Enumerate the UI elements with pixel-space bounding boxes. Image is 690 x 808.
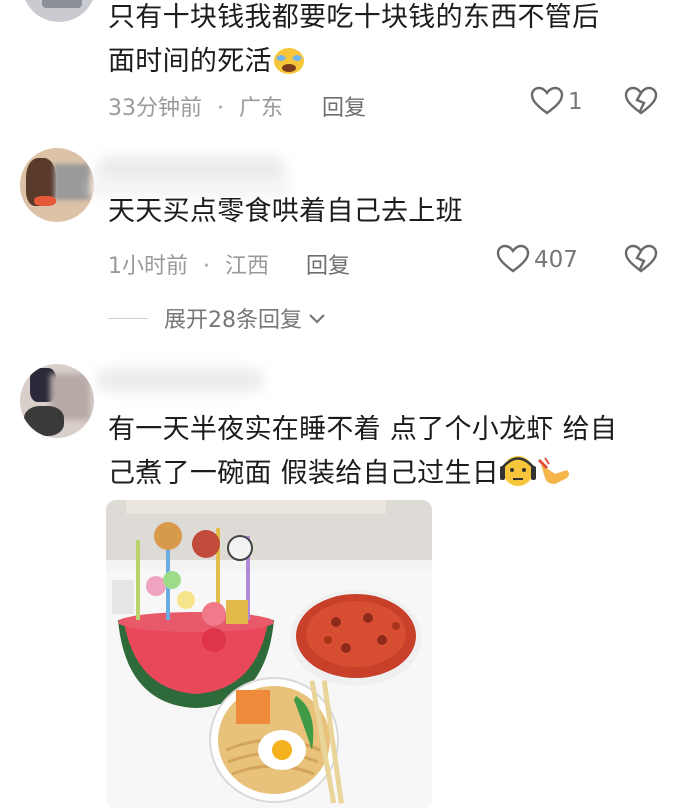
comment-meta: 1小时前 · 江西 xyxy=(108,248,269,280)
dislike-heart-icon xyxy=(624,244,658,273)
chevron-down-icon xyxy=(309,314,325,324)
comment-text-line: 只有十块钱我都要吃十块钱的东西不管后 xyxy=(108,2,600,33)
divider-line xyxy=(108,317,148,319)
comment-location: 广东 xyxy=(239,96,284,121)
heart-icon xyxy=(496,244,530,273)
separator: · xyxy=(203,254,210,279)
comment-text: 只有十块钱我都要吃十块钱的东西不管后 面时间的死活 xyxy=(108,0,599,90)
heart-icon xyxy=(530,86,564,115)
expand-replies-label: 展开28条回复 xyxy=(164,308,302,333)
separator: · xyxy=(217,96,224,121)
dislike-button[interactable] xyxy=(624,86,658,120)
comment-photo[interactable] xyxy=(106,500,432,808)
like-count: 407 xyxy=(534,247,578,273)
comment-time: 1小时前 xyxy=(108,254,188,279)
comment-text: 天天买点零食哄着自己去上班 xyxy=(108,196,463,227)
like-count: 1 xyxy=(568,89,583,115)
crying-emoji-icon xyxy=(272,46,306,90)
avatar[interactable] xyxy=(22,0,96,22)
dislike-button[interactable] xyxy=(624,244,658,278)
username-blurred xyxy=(96,368,264,392)
comment-location: 江西 xyxy=(225,254,270,279)
like-button[interactable] xyxy=(530,86,564,120)
pointing-hand-icon xyxy=(537,454,575,502)
comment-text-line-2: 己煮了一碗面 假装给自己过生日 xyxy=(108,452,617,502)
comment-text-line: 有一天半夜实在睡不着 点了个小龙虾 给自 xyxy=(108,414,618,445)
reply-button[interactable]: 回复 xyxy=(306,248,350,280)
dislike-heart-icon xyxy=(624,86,658,115)
comment-meta: 33分钟前 · 广东 xyxy=(108,90,283,122)
avatar[interactable] xyxy=(20,364,94,438)
birthday-food-photo xyxy=(106,500,432,808)
comment-text: 有一天半夜实在睡不着 点了个小龙虾 给自 己煮了一碗面 假装给自己过生日 xyxy=(108,408,617,502)
like-button[interactable] xyxy=(496,244,530,278)
avatar[interactable] xyxy=(20,148,94,222)
nervous-emoji-icon xyxy=(499,454,537,502)
reply-button[interactable]: 回复 xyxy=(322,90,366,122)
comment-text-line-2: 面时间的死活 xyxy=(108,40,599,90)
comment-time: 33分钟前 xyxy=(108,96,202,121)
expand-replies-button[interactable]: 展开28条回复 xyxy=(108,302,328,334)
